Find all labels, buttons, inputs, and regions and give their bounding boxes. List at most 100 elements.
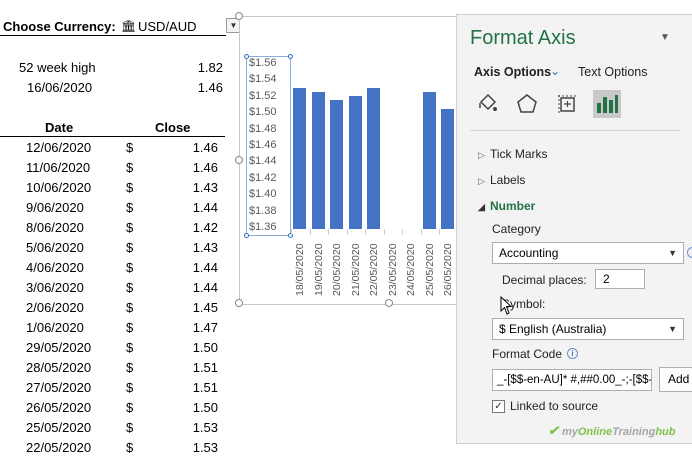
size-properties-icon[interactable] [553, 90, 581, 118]
bar[interactable] [311, 92, 325, 229]
table-row[interactable]: 3/06/2020 $1.44 [0, 280, 230, 300]
table-row[interactable]: 5/06/2020 $1.43 [0, 240, 230, 260]
section-number[interactable]: ◢ Number [478, 199, 535, 213]
row-currency-symbol: $ [126, 380, 134, 395]
format-code-label: Format Code [492, 347, 563, 361]
row-currency-symbol: $ [126, 420, 134, 435]
row-date: 27/05/2020 [26, 380, 92, 395]
row-currency-symbol: $ [126, 160, 134, 175]
axis-options-icon[interactable] [593, 90, 621, 118]
row-close-value: 1.47 [192, 320, 218, 335]
row-currency-symbol: $ [126, 220, 134, 235]
x-tick-label: 24/05/2020 [405, 243, 417, 296]
x-tick-label: 22/05/2020 [368, 243, 380, 296]
pane-options-chevron-icon[interactable]: ▼ [660, 32, 670, 43]
table-row[interactable]: 26/05/2020 $1.50 [0, 400, 230, 420]
y-tick-label: $1.52 [249, 89, 277, 102]
x-tick-label: 21/05/2020 [349, 243, 362, 296]
chart-resize-handle-bm[interactable] [385, 299, 393, 307]
row-date: 1/06/2020 [26, 320, 84, 335]
collapse-down-icon: ◢ [478, 202, 485, 212]
table-row[interactable]: 1/06/2020 $1.47 [0, 320, 230, 340]
bar[interactable] [293, 87, 306, 229]
table-row[interactable]: 25/05/2020 $1.53 [0, 420, 230, 440]
x-tick [383, 229, 385, 235]
y-tick-label: $1.50 [249, 106, 277, 119]
row-close-value: 1.42 [192, 220, 218, 235]
table-row[interactable]: 4/06/2020 $1.44 [0, 260, 230, 280]
currency-value[interactable]: USD/AUD [138, 19, 197, 34]
category-select[interactable]: Accounting ▼ [492, 242, 684, 264]
row-date: 9/06/2020 [26, 200, 84, 215]
row-close-value: 1.43 [192, 240, 218, 255]
row-currency-symbol: $ [126, 360, 134, 375]
tab-axis-options[interactable]: Axis Options [474, 65, 551, 79]
row-date: 25/05/2020 [26, 420, 92, 435]
symbol-select[interactable]: $ English (Australia) ▼ [492, 318, 684, 340]
x-tick [291, 229, 292, 235]
info-icon[interactable]: i [687, 247, 692, 258]
column-header-date: Date [45, 120, 74, 135]
table-row[interactable]: 29/05/2020 $1.50 [0, 340, 230, 360]
table-row[interactable]: 10/06/2020 $1.43 [0, 180, 230, 200]
y-tick-label: $1.54 [249, 73, 277, 86]
row-currency-symbol: $ [126, 140, 134, 155]
linked-to-source-checkbox[interactable]: ✓ [492, 400, 505, 413]
x-tick-label: 19/05/2020 [312, 243, 325, 296]
x-tick [365, 229, 366, 235]
axis-handle-bl[interactable] [244, 233, 249, 238]
row-date: 11/06/2020 [26, 160, 91, 175]
bar[interactable] [330, 100, 343, 229]
y-tick-label: $1.36 [249, 221, 277, 233]
column-header-close: Close [155, 120, 191, 135]
tab-text-options[interactable]: Text Options [578, 65, 647, 79]
week-high-label: 52 week high [19, 60, 96, 75]
row-close-value: 1.46 [192, 160, 218, 175]
section-tick-marks[interactable]: ▷ Tick Marks [478, 147, 548, 161]
bar[interactable] [441, 108, 454, 229]
chart-resize-handle-tl[interactable] [235, 12, 243, 20]
row-close-value: 1.51 [192, 380, 218, 395]
decimal-places-input[interactable]: 2 [595, 269, 645, 289]
x-tick-label: 23/05/2020 [386, 243, 399, 296]
x-tick [439, 229, 440, 235]
row-currency-symbol: $ [126, 180, 134, 195]
header-underline [0, 136, 225, 137]
bar[interactable] [422, 92, 436, 229]
category-label: Category [492, 222, 541, 236]
expand-right-icon: ▷ [478, 176, 485, 186]
table-row[interactable]: 28/05/2020 $1.51 [0, 360, 230, 380]
row-currency-symbol: $ [126, 340, 134, 355]
row-date: 3/06/2020 [26, 280, 84, 295]
table-row[interactable]: 11/06/2020 $1.46 [0, 160, 230, 180]
table-row[interactable]: 9/06/2020 $1.44 [0, 200, 230, 220]
row-close-value: 1.46 [192, 140, 218, 155]
bar[interactable] [348, 96, 362, 229]
axis-options-chevron-icon[interactable]: ⌄ [550, 64, 560, 78]
info-icon[interactable]: i [567, 348, 578, 359]
table-row[interactable]: 2/06/2020 $1.45 [0, 300, 230, 320]
row-date: 10/06/2020 [26, 180, 92, 195]
chart-resize-handle-ml[interactable] [235, 156, 243, 164]
row-close-value: 1.45 [192, 300, 218, 315]
row-currency-symbol: $ [126, 320, 134, 335]
row-close-value: 1.53 [192, 440, 218, 455]
row-close-value: 1.44 [192, 280, 218, 295]
table-row[interactable]: 8/06/2020 $1.42 [0, 220, 230, 240]
chevron-down-icon: ▼ [668, 324, 677, 334]
fill-line-icon[interactable] [473, 90, 501, 118]
table-row[interactable]: 12/06/2020 $1.46 [0, 140, 230, 160]
linked-to-source-label: Linked to source [510, 399, 599, 413]
row-close-value: 1.43 [192, 180, 218, 195]
section-labels[interactable]: ▷ Labels [478, 173, 525, 187]
add-button[interactable]: Add [659, 367, 692, 392]
bar[interactable] [367, 87, 380, 229]
table-row[interactable]: 22/05/2020 $1.53 [0, 440, 230, 460]
mouse-cursor-icon [500, 295, 514, 319]
row-close-value: 1.44 [192, 200, 218, 215]
effects-icon[interactable] [513, 90, 541, 118]
chart-resize-handle-bl[interactable] [235, 299, 243, 307]
table-row[interactable]: 27/05/2020 $1.51 [0, 380, 230, 400]
format-code-input[interactable]: _-[$$-en-AU]* #,##0.00_-;-[$$-en-AU]* #,… [492, 369, 652, 391]
y-tick-label: $1.56 [249, 57, 277, 69]
